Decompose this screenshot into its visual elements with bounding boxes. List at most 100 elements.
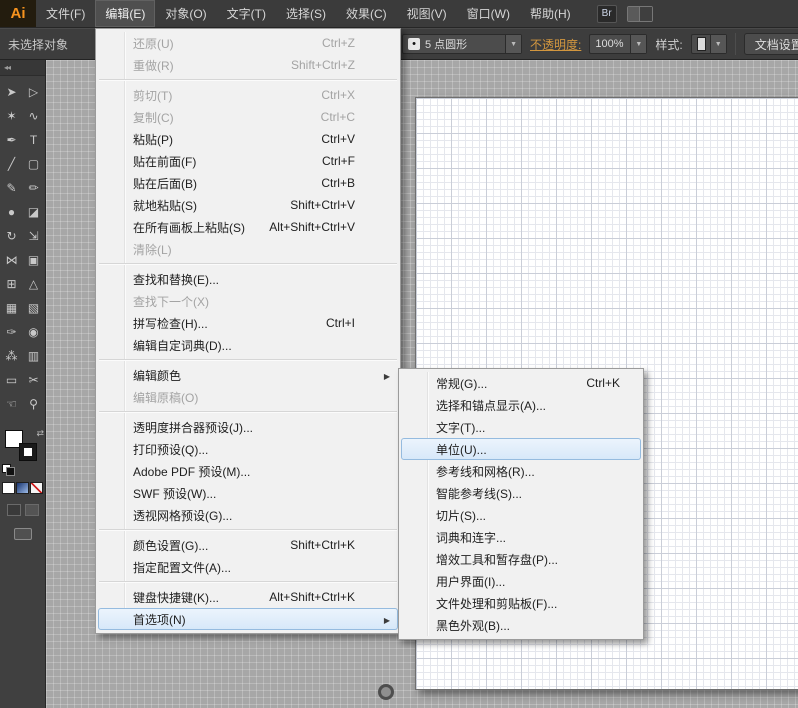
document-setup-button[interactable]: 文档设置 [744, 33, 798, 55]
edit-menu-item[interactable]: 透明度拼合器预设(J)... ▶ [98, 416, 398, 438]
preferences-submenu-item[interactable]: 文字(T)... ▶ [401, 416, 641, 438]
lasso-tool[interactable]: ∿ [23, 104, 45, 128]
edit-menu-item[interactable]: ▶ [99, 526, 397, 534]
preferences-submenu-item[interactable]: 常规(G)... Ctrl+K ▶ [401, 372, 641, 394]
menubar-item[interactable]: 文字(T) [217, 0, 276, 27]
opacity-select[interactable]: 100% ▼ [589, 34, 647, 54]
menubar-item[interactable]: 对象(O) [155, 0, 216, 27]
edit-menu-item[interactable]: 清除(L) ▶ [98, 238, 398, 260]
paintbrush-tool[interactable]: ✎ [1, 176, 23, 200]
selection-tool[interactable]: ➤ [1, 80, 23, 104]
free-transform-tool[interactable]: ▣ [23, 248, 45, 272]
edit-menu-item[interactable]: 还原(U) Ctrl+Z ▶ [98, 32, 398, 54]
edit-menu-item[interactable]: 查找和替换(E)... ▶ [98, 268, 398, 290]
draw-normal-button[interactable] [7, 504, 21, 516]
direct-selection-tool[interactable]: ▷ [23, 80, 45, 104]
edit-menu-item[interactable]: 颜色设置(G)... Shift+Ctrl+K ▶ [98, 534, 398, 556]
type-tool[interactable]: T [23, 128, 45, 152]
edit-menu-item[interactable]: 剪切(T) Ctrl+X ▶ [98, 84, 398, 106]
tool-icon: ⇲ [28, 229, 38, 243]
gradient-button[interactable] [16, 482, 29, 494]
menubar-item[interactable]: 帮助(H) [520, 0, 581, 27]
edit-menu-item[interactable]: 粘贴(P) Ctrl+V ▶ [98, 128, 398, 150]
stroke-color-swatch[interactable] [19, 443, 37, 461]
preferences-submenu-item[interactable]: 参考线和网格(R)... ▶ [401, 460, 641, 482]
column-graph-tool[interactable]: ▥ [23, 344, 45, 368]
edit-menu-item[interactable]: 指定配置文件(A)... ▶ [98, 556, 398, 578]
preferences-submenu-item[interactable]: 增效工具和暂存盘(P)... ▶ [401, 548, 641, 570]
menubar-item[interactable]: 编辑(E) [95, 0, 155, 27]
preferences-submenu-item[interactable]: 选择和锚点显示(A)... ▶ [401, 394, 641, 416]
edit-menu-item[interactable]: 编辑颜色 ▶ [98, 364, 398, 386]
edit-menu-item[interactable]: SWF 预设(W)... ▶ [98, 482, 398, 504]
tool-icon: ✑ [6, 325, 16, 339]
blob-brush-tool[interactable]: ● [1, 200, 23, 224]
edit-menu-item[interactable]: 编辑原稿(O) ▶ [98, 386, 398, 408]
preferences-submenu-item[interactable]: 切片(S)... ▶ [401, 504, 641, 526]
edit-menu-item[interactable]: 在所有画板上粘贴(S) Alt+Shift+Ctrl+V ▶ [98, 216, 398, 238]
scale-tool[interactable]: ⇲ [23, 224, 45, 248]
edit-menu-item[interactable]: 透视网格预设(G)... ▶ [98, 504, 398, 526]
edit-menu-item[interactable]: 键盘快捷键(K)... Alt+Shift+Ctrl+K ▶ [98, 586, 398, 608]
pen-tool[interactable]: ✒ [1, 128, 23, 152]
screen-mode-button[interactable] [14, 528, 32, 540]
workspace-switcher-icon[interactable] [627, 6, 653, 22]
preferences-submenu-item[interactable]: 黑色外观(B)... ▶ [401, 614, 641, 636]
brush-definition-select[interactable]: • 5 点圆形 ▼ [402, 34, 522, 54]
menubar-item[interactable]: 窗口(W) [457, 0, 520, 27]
preferences-submenu-item[interactable]: 智能参考线(S)... ▶ [401, 482, 641, 504]
opacity-link[interactable]: 不透明度: [530, 36, 581, 53]
edit-menu-item[interactable]: ▶ [99, 356, 397, 364]
edit-menu-item[interactable]: 拼写检查(H)... Ctrl+I ▶ [98, 312, 398, 334]
eyedropper-tool[interactable]: ✑ [1, 320, 23, 344]
edit-menu-item[interactable]: 首选项(N) ▶ [98, 608, 398, 630]
none-button[interactable] [30, 482, 43, 494]
eraser-tool[interactable]: ◪ [23, 200, 45, 224]
rotate-tool[interactable]: ↻ [1, 224, 23, 248]
edit-menu-item[interactable]: ▶ [99, 260, 397, 268]
edit-menu-item[interactable]: 查找下一个(X) ▶ [98, 290, 398, 312]
artboard-tool[interactable]: ▭ [1, 368, 23, 392]
magic-wand-tool[interactable]: ✶ [1, 104, 23, 128]
draw-behind-button[interactable] [25, 504, 39, 516]
panel-collapse-icon[interactable]: ◂◂ [0, 60, 45, 76]
line-segment-tool[interactable]: ╱ [1, 152, 23, 176]
shape-builder-tool[interactable]: ⊞ [1, 272, 23, 296]
edit-menu-item[interactable]: 就地粘贴(S) Shift+Ctrl+V ▶ [98, 194, 398, 216]
gradient-tool[interactable]: ▧ [23, 296, 45, 320]
perspective-grid-tool[interactable]: △ [23, 272, 45, 296]
edit-menu-item[interactable]: 打印预设(Q)... ▶ [98, 438, 398, 460]
swap-fill-stroke-icon[interactable]: ⇄ [36, 428, 44, 439]
preferences-submenu-item[interactable]: 单位(U)... ▶ [401, 438, 641, 460]
bridge-button[interactable]: Br [597, 5, 617, 23]
preferences-submenu-item[interactable]: 词典和连字... ▶ [401, 526, 641, 548]
preferences-submenu-item[interactable]: 文件处理和剪贴板(F)... ▶ [401, 592, 641, 614]
slice-tool[interactable]: ✂ [23, 368, 45, 392]
symbol-sprayer-tool[interactable]: ⁂ [1, 344, 23, 368]
edit-menu-item[interactable]: 贴在前面(F) Ctrl+F ▶ [98, 150, 398, 172]
hand-tool[interactable]: ☜ [1, 392, 23, 416]
preferences-submenu-item[interactable]: 用户界面(I)... ▶ [401, 570, 641, 592]
menubar-item[interactable]: 效果(C) [336, 0, 397, 27]
mesh-tool[interactable]: ▦ [1, 296, 23, 320]
edit-menu-item[interactable]: 重做(R) Shift+Ctrl+Z ▶ [98, 54, 398, 76]
style-swatch-select[interactable]: ▼ [691, 34, 727, 54]
edit-menu-item[interactable]: Adobe PDF 预设(M)... ▶ [98, 460, 398, 482]
edit-menu-item[interactable]: ▶ [99, 76, 397, 84]
edit-menu-item[interactable]: 复制(C) Ctrl+C ▶ [98, 106, 398, 128]
blend-tool[interactable]: ◉ [23, 320, 45, 344]
menubar-item[interactable]: 文件(F) [36, 0, 95, 27]
color-button[interactable] [2, 482, 15, 494]
width-tool[interactable]: ⋈ [1, 248, 23, 272]
edit-menu-item[interactable]: ▶ [99, 408, 397, 416]
pencil-tool[interactable]: ✏ [23, 176, 45, 200]
edit-menu-item[interactable]: 贴在后面(B) Ctrl+B ▶ [98, 172, 398, 194]
edit-menu-item[interactable]: ▶ [99, 578, 397, 586]
menubar-item[interactable]: 选择(S) [276, 0, 336, 27]
tool-icon: ✒ [6, 133, 16, 147]
zoom-tool[interactable]: ⚲ [23, 392, 45, 416]
edit-menu-item[interactable]: 编辑自定词典(D)... ▶ [98, 334, 398, 356]
menubar-item[interactable]: 视图(V) [397, 0, 457, 27]
rectangle-tool[interactable]: ▢ [23, 152, 45, 176]
default-fill-stroke-icon[interactable] [2, 464, 14, 474]
